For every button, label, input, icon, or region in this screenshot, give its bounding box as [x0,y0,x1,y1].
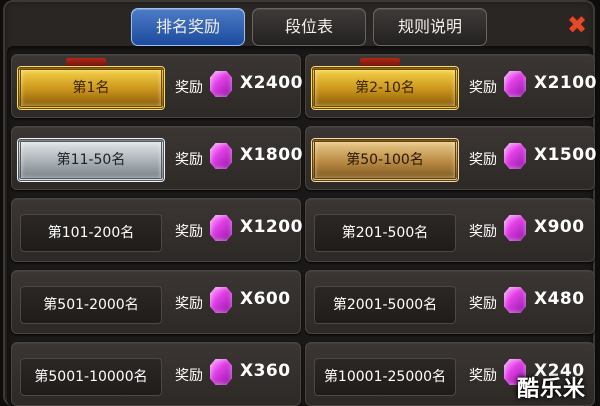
purple-gem-icon [504,143,526,169]
rank-label: 第10001-25000名 [314,358,456,396]
purple-gem-icon [210,143,232,169]
reward-amount: X600 [240,289,291,309]
purple-gem-icon [504,215,526,241]
ribbon-decoration [360,58,400,67]
reward-label: 奖励 [175,368,203,384]
purple-gem-icon [210,71,232,97]
rank-label: 第201-500名 [314,214,456,252]
rank-label: 第11-50名 [18,139,164,181]
reward-amount: X360 [240,361,291,381]
purple-gem-icon [504,71,526,97]
ribbon-decoration [66,58,106,67]
reward-label: 奖励 [469,296,497,312]
reward-row-rank-5001-10000: 第5001-10000名 奖励 X360 [11,342,301,406]
tab-ranking-rewards[interactable]: 排名奖励 [131,8,245,46]
reward-row-rank-1: 第1名 奖励 X2400 [11,54,303,118]
reward-label: 奖励 [469,224,497,240]
watermark-logo: 酷乐米 [517,377,587,402]
purple-gem-icon [210,359,232,385]
close-icon[interactable]: ✖ [566,13,588,37]
reward-amount: X900 [534,217,585,237]
reward-label: 奖励 [469,80,497,96]
purple-gem-icon [210,287,232,313]
rank-label: 第2-10名 [312,67,458,109]
reward-label: 奖励 [469,152,497,168]
reward-amount: X480 [534,289,585,309]
reward-label: 奖励 [175,224,203,240]
reward-row-rank-50-100: 第50-100名 奖励 X1500 [305,126,597,190]
reward-amount: X2400 [240,73,303,93]
rank-label: 第101-200名 [20,214,162,252]
reward-row-rank-11-50: 第11-50名 奖励 X1800 [11,126,303,190]
tab-rules[interactable]: 规则说明 [373,8,487,46]
reward-label: 奖励 [175,296,203,312]
rank-label: 第50-100名 [312,139,458,181]
reward-amount: X1800 [240,145,303,165]
reward-label: 奖励 [175,80,203,96]
rank-label: 第2001-5000名 [314,286,456,324]
reward-amount: X2100 [534,73,597,93]
reward-row-rank-2-10: 第2-10名 奖励 X2100 [305,54,597,118]
rank-label: 第5001-10000名 [20,358,162,396]
rank-label: 第501-2000名 [20,286,162,324]
reward-row-rank-201-500: 第201-500名 奖励 X900 [305,198,595,262]
reward-amount: X1200 [240,217,303,237]
reward-amount: X1500 [534,145,597,165]
rank-label: 第1名 [18,67,164,109]
reward-row-rank-501-2000: 第501-2000名 奖励 X600 [11,270,301,334]
tab-bar: 排名奖励 段位表 规则说明 [131,8,487,46]
tab-tier-table[interactable]: 段位表 [252,8,366,46]
reward-label: 奖励 [469,368,497,384]
reward-row-rank-2001-5000: 第2001-5000名 奖励 X480 [305,270,595,334]
reward-label: 奖励 [175,152,203,168]
purple-gem-icon [504,287,526,313]
purple-gem-icon [210,215,232,241]
reward-row-rank-101-200: 第101-200名 奖励 X1200 [11,198,303,262]
